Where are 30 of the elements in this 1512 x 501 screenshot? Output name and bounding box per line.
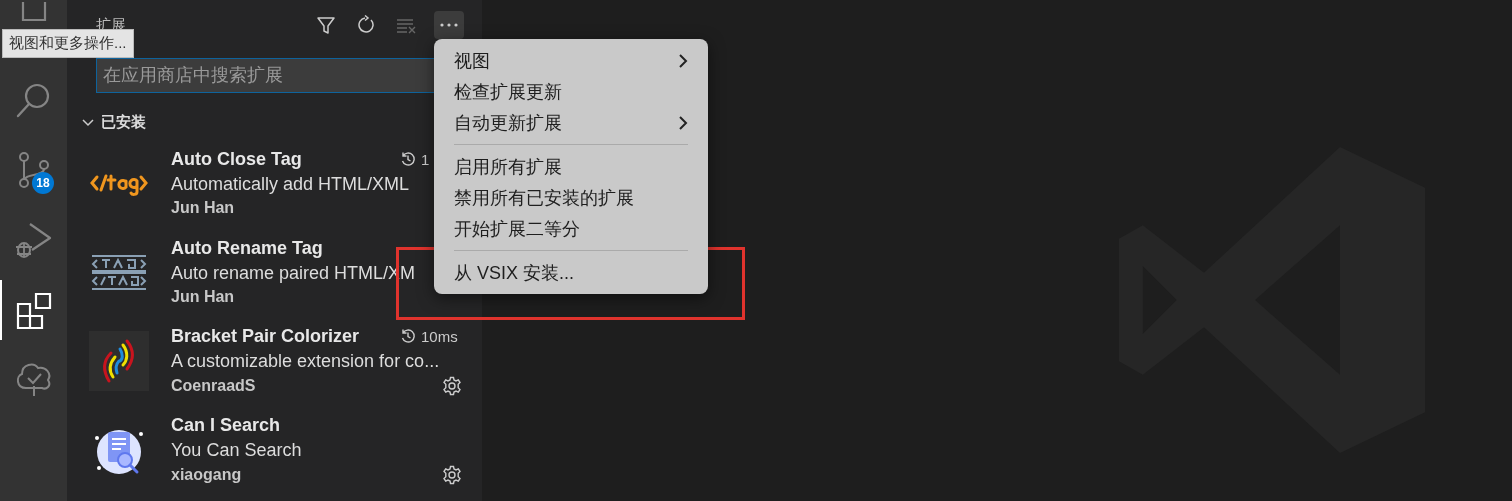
- files-icon: [20, 2, 47, 22]
- menu-item[interactable]: 禁用所有已安装的扩展: [434, 182, 708, 213]
- settings-icon[interactable]: [442, 464, 462, 485]
- menu-item[interactable]: 启用所有扩展: [434, 151, 708, 182]
- extension-description: Automatically add HTML/XML: [171, 173, 411, 195]
- history-icon: [400, 151, 416, 167]
- extension-author: CoenraadS: [171, 376, 257, 395]
- extension-author: xiaogang: [171, 465, 243, 484]
- menu-item[interactable]: 自动更新扩展: [434, 107, 708, 138]
- extension-name[interactable]: Auto Close Tag: [171, 148, 400, 170]
- tooltip: 视图和更多操作...: [2, 29, 134, 58]
- chevron-right-icon: [678, 115, 688, 130]
- chevron-right-icon: [678, 53, 688, 68]
- bracket-logo-icon: [89, 330, 149, 391]
- activation-time: 10ms: [421, 327, 458, 345]
- count-badge: 18: [32, 172, 54, 194]
- settings-icon[interactable]: [442, 375, 462, 396]
- extension-description: You Can Search: [171, 439, 303, 461]
- menu-item[interactable]: 开始扩展二等分: [434, 213, 708, 244]
- extension-name[interactable]: Bracket Pair Colorizer: [171, 325, 400, 347]
- extension-description: A customizable extension for co...: [171, 350, 441, 372]
- extension-author: Jun Han: [171, 287, 236, 306]
- more-actions-icon[interactable]: [434, 11, 464, 39]
- run-debug-icon: [13, 220, 54, 260]
- menu-item[interactable]: 从 VSIX 安装...: [434, 257, 708, 288]
- activation-time: 1: [421, 150, 430, 168]
- extension-name[interactable]: Can I Search: [171, 414, 462, 436]
- section-title[interactable]: 已安装: [101, 113, 146, 132]
- history-icon: [400, 328, 416, 344]
- extension-author: Jun Han: [171, 198, 236, 217]
